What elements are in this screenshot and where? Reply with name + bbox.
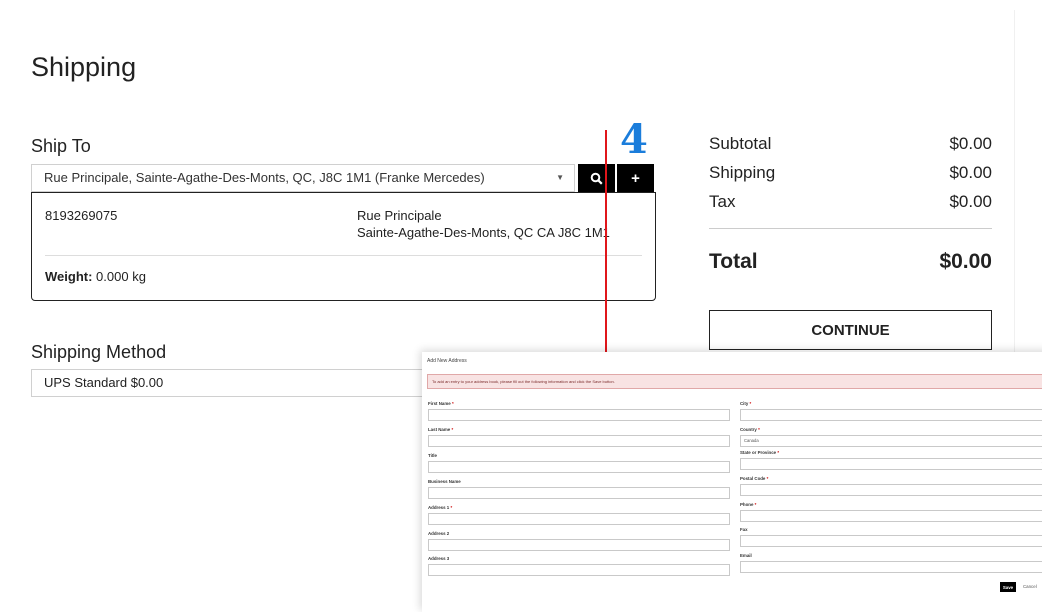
weight-value: 0.000 kg <box>96 269 146 284</box>
address3-label: Address 3 <box>428 556 450 561</box>
address-street: Rue Principale <box>357 208 442 223</box>
shipping-label: Shipping <box>709 163 776 182</box>
phone-label: Phone * <box>740 502 757 507</box>
continue-button[interactable]: CONTINUE <box>709 310 992 350</box>
fax-input[interactable] <box>740 535 1042 547</box>
shipment-weight: Weight: 0.000 kg <box>45 269 146 284</box>
state-select[interactable]: ▼ <box>740 458 1042 470</box>
city-input[interactable] <box>740 409 1042 421</box>
city-label: City * <box>740 401 752 406</box>
state-label: State or Province * <box>740 450 780 455</box>
subtotal-label: Subtotal <box>709 134 772 153</box>
card-divider <box>45 255 642 256</box>
plus-icon: + <box>631 169 640 187</box>
address-details-card: 8193269075 Rue Principale Sainte-Agathe-… <box>31 192 656 301</box>
first-name-input[interactable] <box>428 409 730 421</box>
summary-shipping-row: Shipping $0.00 <box>709 163 992 183</box>
weight-label: Weight: <box>45 269 93 284</box>
search-icon <box>590 172 603 185</box>
total-label: Total <box>709 250 758 273</box>
country-select[interactable]: Canada ▼ <box>740 435 1042 447</box>
annotation-line <box>605 130 607 368</box>
first-name-label: First Name * <box>428 401 454 406</box>
address2-label: Address 2 <box>428 531 450 536</box>
total-value: $0.00 <box>939 250 992 273</box>
phone-input[interactable] <box>740 510 1042 522</box>
summary-tax-row: Tax $0.00 <box>709 192 992 212</box>
annotation-number: 4 <box>620 116 648 163</box>
title-label: Title <box>428 453 437 458</box>
shipping-method-label: Shipping Method <box>31 342 167 362</box>
tax-label: Tax <box>709 192 736 211</box>
chevron-down-icon: ▼ <box>556 173 564 182</box>
page-title: Shipping <box>31 52 137 82</box>
shipping-method-select[interactable]: UPS Standard $0.00 <box>31 369 431 397</box>
country-value: Canada <box>744 438 759 443</box>
postal-code-label: Postal Code * <box>740 476 769 481</box>
last-name-input[interactable] <box>428 435 730 447</box>
search-address-button[interactable] <box>578 164 615 192</box>
address-phone: 8193269075 <box>45 208 118 223</box>
subtotal-value: $0.00 <box>949 134 992 153</box>
save-button[interactable]: Save <box>1000 582 1016 592</box>
business-name-input[interactable] <box>428 487 730 499</box>
title-input[interactable] <box>428 461 730 473</box>
fax-label: Fax <box>740 527 748 532</box>
dialog-title: Add New Address <box>427 358 467 364</box>
shipping-value: $0.00 <box>949 163 992 182</box>
cancel-link[interactable]: Cancel <box>1023 584 1037 589</box>
summary-divider <box>709 228 992 229</box>
add-address-dialog: Add New Address To add an entry to your … <box>422 352 1042 612</box>
summary-total-row: Total $0.00 <box>709 250 992 274</box>
address1-label: Address 1 * <box>428 505 453 510</box>
add-address-button[interactable]: + <box>617 164 654 192</box>
address-city-line: Sainte-Agathe-Des-Monts, QC CA J8C 1M1 <box>357 225 610 240</box>
tax-value: $0.00 <box>949 192 992 211</box>
selected-address-text: Rue Principale, Sainte-Agathe-Des-Monts,… <box>44 170 485 185</box>
summary-subtotal-row: Subtotal $0.00 <box>709 134 992 154</box>
email-input[interactable] <box>740 561 1042 573</box>
business-name-label: Business Name <box>428 479 461 484</box>
dialog-notice: To add an entry to your address book, pl… <box>427 374 1042 389</box>
last-name-label: Last Name * <box>428 427 454 432</box>
address3-input[interactable] <box>428 564 730 576</box>
email-label: Email <box>740 553 752 558</box>
ship-to-address-select[interactable]: Rue Principale, Sainte-Agathe-Des-Monts,… <box>31 164 575 192</box>
country-label: Country * <box>740 427 760 432</box>
address1-input[interactable] <box>428 513 730 525</box>
ship-to-label: Ship To <box>31 136 91 156</box>
postal-code-input[interactable] <box>740 484 1042 496</box>
address2-input[interactable] <box>428 539 730 551</box>
